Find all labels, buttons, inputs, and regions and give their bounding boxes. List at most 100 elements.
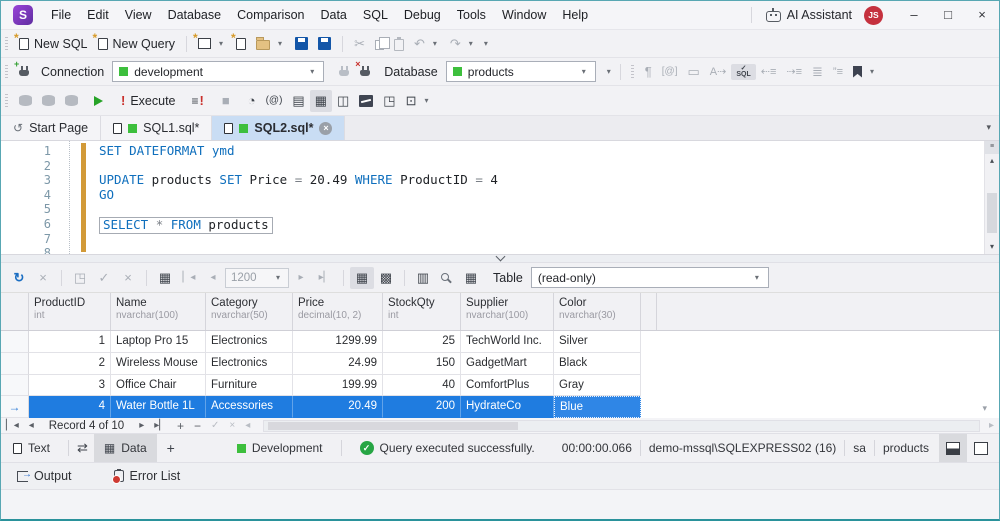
cell-category[interactable]: Accessories [206,396,293,418]
query-plan-button[interactable]: ▤ [287,90,309,112]
comment-button[interactable]: ”≡ [828,63,848,81]
editor-code[interactable]: SET DATEFORMAT ymd UPDATE products SET Pr… [99,143,979,254]
column-header-name[interactable]: Name nvarchar(100) [111,293,206,330]
column-header-productid[interactable]: ProductID int [29,293,111,330]
cell-name[interactable]: Laptop Pro 15 [111,331,206,353]
menu-view[interactable]: View [117,1,160,29]
menu-comparison[interactable]: Comparison [229,1,312,29]
mail-results-button[interactable]: (@) [261,92,288,109]
cell-productid[interactable]: 3 [29,374,111,397]
close-button[interactable]: × [965,1,999,29]
table-row[interactable]: 1 Laptop Pro 15 Electronics 1299.99 25 TechWo… [1,331,641,353]
cancel-changes-button[interactable]: × [116,267,140,289]
add-record-button[interactable]: + [172,419,189,433]
toolbar-grip[interactable] [5,64,8,79]
cell-supplier[interactable]: TechWorld Inc. [461,331,554,353]
minimize-button[interactable]: – [897,1,931,29]
sql-toolbar-overflow-button[interactable]: ▾ [867,67,877,76]
refresh-button[interactable]: ↻ [7,267,31,289]
menu-help[interactable]: Help [554,1,596,29]
find-in-grid-button[interactable] [435,267,459,289]
mail-template-button[interactable]: [@] [657,63,683,80]
column-view-button[interactable]: ▥ [411,267,435,289]
cell-price[interactable]: 199.99 [293,374,383,397]
cell-productid[interactable]: 4 [29,396,111,418]
copy-button[interactable] [370,34,390,53]
menu-data[interactable]: Data [312,1,354,29]
cancel-edit-button[interactable]: × [224,420,240,431]
column-header-category[interactable]: Category nvarchar(50) [206,293,293,330]
toolbar-overflow-button[interactable]: ▾ [481,39,491,48]
cell-price[interactable]: 1299.99 [293,331,383,353]
cell-name[interactable]: Office Chair [111,374,206,397]
cell-price[interactable]: 20.49 [293,396,383,418]
scroll-up-icon[interactable]: ▴ [985,154,999,168]
grid-horizontal-scrollbar[interactable] [263,419,980,432]
column-header-supplier[interactable]: Supplier nvarchar(100) [461,293,554,330]
swap-views-button[interactable]: ⇄ [77,440,88,456]
first-page-button[interactable]: ▏◂ [177,267,201,289]
cell-price[interactable]: 24.99 [293,352,383,375]
stop-button[interactable]: ■ [217,90,235,111]
scroll-down-icon[interactable]: ▾ [985,240,999,254]
data-view-tab[interactable]: ▦ Data [93,434,157,462]
export-picture-button[interactable]: ◳ [68,267,92,289]
db-edit-button[interactable] [14,92,37,109]
new-window-button[interactable]: * ▾ [193,31,231,52]
redo-button[interactable]: ↷ ▾ [445,33,481,55]
grid-view-button[interactable]: ▦ [350,266,374,289]
splitter-grip-icon[interactable]: ≡ [985,141,999,154]
stop-refresh-button[interactable]: × [31,267,55,289]
close-tab-icon[interactable]: × [319,121,333,135]
scrollbar-thumb[interactable] [987,193,997,233]
new-query-button[interactable]: * New Query [93,31,181,54]
menu-file[interactable]: File [43,1,79,29]
cell-supplier[interactable]: GadgetMart [461,352,554,375]
table-row[interactable]: 3 Office Chair Furniture 199.99 40 ComfortPlu… [1,374,641,397]
toolbar-grip[interactable] [5,36,8,51]
toolbar-grip[interactable] [630,64,634,79]
last-record-button[interactable]: ▸▏ [149,420,172,431]
column-header-price[interactable]: Price decimal(10, 2) [293,293,383,330]
execute-script-button[interactable]: ≡ ! [187,90,209,111]
db-check-button[interactable] [60,92,83,109]
undo-button[interactable]: ↶ ▾ [409,33,445,55]
validate-sql-button[interactable]: ✓ SQL [731,63,756,80]
new-sql-button[interactable]: * New SQL [14,31,93,54]
new-file-button[interactable]: * [231,31,251,53]
editor-scrollbar[interactable]: ≡ ▴ ▾ [984,141,999,254]
chart-button[interactable] [354,92,378,110]
scrollbar-thumb[interactable] [268,421,519,430]
scroll-right-icon[interactable]: ▸ [984,420,999,431]
sql-editor[interactable]: 12345678 SET DATEFORMAT ymd UPDATE produc… [1,141,999,255]
menu-sql[interactable]: SQL [355,1,396,29]
column-header-color[interactable]: Color nvarchar(30) [554,293,641,330]
save-button[interactable] [290,34,313,53]
next-page-button[interactable]: ▸ [289,267,313,289]
cell-category[interactable]: Furniture [206,374,293,397]
cell-stockqty[interactable]: 150 [383,352,461,375]
bookmark-button[interactable] [848,63,867,81]
toggle-full-view-button[interactable] [967,434,995,462]
cell-color[interactable]: Blue [554,396,641,418]
user-avatar-badge[interactable]: JS [864,5,883,25]
indent-button[interactable]: ⇢≡ [781,62,807,81]
split-window-button[interactable]: ⊡ [401,90,422,112]
output-tab[interactable]: Output [7,469,82,483]
export-image-button[interactable]: ◳ [378,90,400,112]
error-list-tab[interactable]: Error List [104,469,191,484]
prev-record-button[interactable]: ◂ [24,420,39,431]
cell-color[interactable]: Black [554,352,641,375]
cell-name[interactable]: Water Bottle 1L [111,396,206,418]
cell-category[interactable]: Electronics [206,352,293,375]
scroll-left-icon[interactable]: ◂ [240,420,255,431]
text-view-tab[interactable]: Text [3,434,60,462]
cell-productid[interactable]: 2 [29,352,111,375]
menu-debug[interactable]: Debug [396,1,449,29]
table-select[interactable]: (read-only) ▾ [530,267,769,288]
cell-category[interactable]: Electronics [206,331,293,353]
toggle-bottom-panel-button[interactable] [939,434,967,462]
cell-productid[interactable]: 1 [29,331,111,353]
save-all-button[interactable] [313,34,336,53]
page-size-select[interactable]: 1200 ▾ [225,267,289,288]
